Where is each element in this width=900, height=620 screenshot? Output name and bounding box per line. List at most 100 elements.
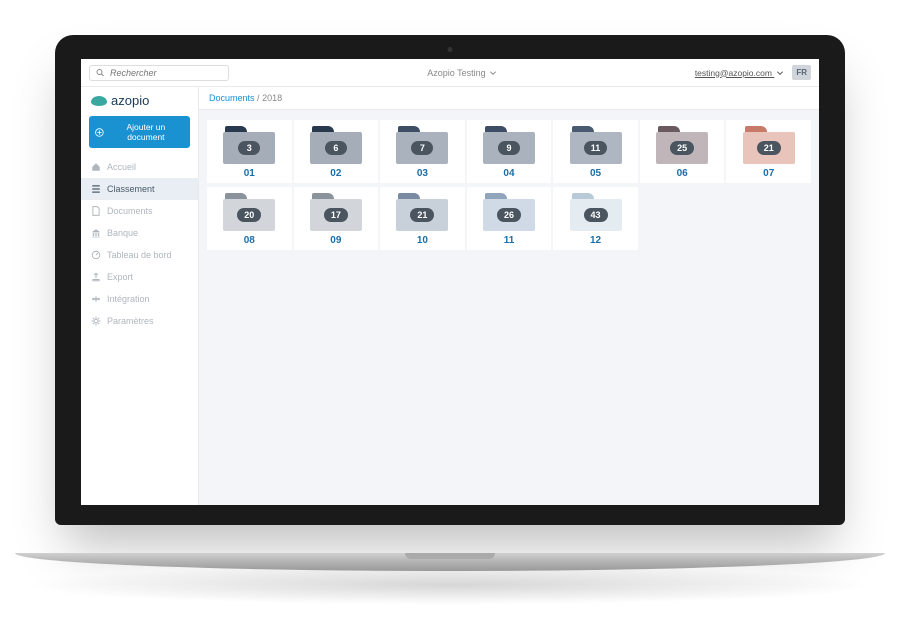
- folder-count: 6: [325, 141, 347, 155]
- folder-count: 21: [757, 141, 781, 155]
- screen-bezel: Azopio Testing testing@azopio.com FR azo…: [55, 35, 845, 525]
- tenant-selector[interactable]: Azopio Testing: [237, 68, 687, 78]
- list-icon: [91, 184, 101, 194]
- folder-label: 07: [763, 168, 774, 179]
- integration-icon: [91, 294, 101, 304]
- folder-card[interactable]: 25 06: [640, 120, 725, 183]
- chevron-down-icon: [776, 69, 784, 77]
- folder-label: 01: [244, 168, 255, 179]
- folder-count: 21: [410, 208, 434, 222]
- sidebar-item-label: Accueil: [107, 162, 136, 172]
- folder-count: 25: [670, 141, 694, 155]
- bank-icon: [91, 228, 101, 238]
- app-screen: Azopio Testing testing@azopio.com FR azo…: [81, 59, 819, 505]
- sidebar-item-file[interactable]: Documents: [81, 200, 198, 222]
- folder-count: 9: [498, 141, 520, 155]
- add-document-button[interactable]: Ajouter un document: [89, 116, 190, 148]
- sidebar-item-home[interactable]: Accueil: [81, 156, 198, 178]
- breadcrumb-current: 2018: [262, 93, 282, 103]
- search-field[interactable]: [89, 65, 229, 81]
- folder-card[interactable]: 3 01: [207, 120, 292, 183]
- brand-logo[interactable]: azopio: [81, 87, 198, 116]
- topbar: Azopio Testing testing@azopio.com FR: [81, 59, 819, 87]
- folder-icon: 7: [396, 126, 448, 164]
- folder-count: 7: [411, 141, 433, 155]
- sidebar-item-integration[interactable]: Intégration: [81, 288, 198, 310]
- folder-count: 3: [238, 141, 260, 155]
- folder-card[interactable]: 11 05: [553, 120, 638, 183]
- home-icon: [91, 162, 101, 172]
- language-badge[interactable]: FR: [792, 65, 811, 80]
- folder-icon: 17: [310, 193, 362, 231]
- plus-circle-icon: [95, 128, 104, 137]
- sidebar-item-label: Banque: [107, 228, 138, 238]
- folder-label: 09: [330, 235, 341, 246]
- sidebar: azopio Ajouter un document Accueil Classe…: [81, 87, 199, 505]
- folder-label: 02: [330, 168, 341, 179]
- sidebar-item-gauge[interactable]: Tableau de bord: [81, 244, 198, 266]
- folder-icon: 43: [570, 193, 622, 231]
- folder-label: 11: [504, 235, 515, 246]
- folder-card[interactable]: 26 11: [467, 187, 552, 250]
- folder-label: 12: [590, 235, 601, 246]
- user-email-link[interactable]: testing@azopio.com: [695, 68, 785, 78]
- folder-count: 20: [237, 208, 261, 222]
- folder-count: 26: [497, 208, 521, 222]
- sidebar-item-list[interactable]: Classement: [81, 178, 198, 200]
- gauge-icon: [91, 250, 101, 260]
- main-content: Documents / 2018 3 01 6 02 7: [199, 87, 819, 505]
- folder-label: 06: [677, 168, 688, 179]
- add-document-label: Ajouter un document: [108, 122, 184, 142]
- camera-icon: [448, 47, 453, 52]
- folder-label: 10: [417, 235, 428, 246]
- gear-icon: [91, 316, 101, 326]
- sidebar-item-label: Documents: [107, 206, 153, 216]
- folder-label: 03: [417, 168, 428, 179]
- logo-mark-icon: [91, 96, 107, 106]
- folder-count: 11: [584, 141, 608, 155]
- laptop-notch: [405, 553, 495, 559]
- search-icon: [96, 68, 104, 77]
- folder-label: 05: [590, 168, 601, 179]
- folder-icon: 20: [223, 193, 275, 231]
- breadcrumb-sep: /: [257, 93, 260, 103]
- folder-count: 17: [324, 208, 348, 222]
- folder-count: 43: [584, 208, 608, 222]
- tenant-name: Azopio Testing: [427, 68, 485, 78]
- folder-label: 04: [503, 168, 514, 179]
- folder-card[interactable]: 21 07: [726, 120, 811, 183]
- folder-card[interactable]: 21 10: [380, 187, 465, 250]
- folder-icon: 21: [396, 193, 448, 231]
- sidebar-item-bank[interactable]: Banque: [81, 222, 198, 244]
- folder-card[interactable]: 6 02: [294, 120, 379, 183]
- folder-icon: 3: [223, 126, 275, 164]
- folder-icon: 25: [656, 126, 708, 164]
- search-input[interactable]: [110, 68, 222, 78]
- folder-card[interactable]: 17 09: [294, 187, 379, 250]
- sidebar-item-label: Intégration: [107, 294, 150, 304]
- chevron-down-icon: [489, 69, 497, 77]
- sidebar-item-label: Tableau de bord: [107, 250, 172, 260]
- export-icon: [91, 272, 101, 282]
- breadcrumb-root[interactable]: Documents: [209, 93, 255, 103]
- folder-icon: 26: [483, 193, 535, 231]
- folder-icon: 9: [483, 126, 535, 164]
- folder-card[interactable]: 9 04: [467, 120, 552, 183]
- sidebar-item-gear[interactable]: Paramètres: [81, 310, 198, 332]
- file-icon: [91, 206, 101, 216]
- folder-icon: 6: [310, 126, 362, 164]
- folder-label: 08: [244, 235, 255, 246]
- breadcrumb: Documents / 2018: [199, 87, 819, 110]
- sidebar-item-export[interactable]: Export: [81, 266, 198, 288]
- folder-grid: 3 01 6 02 7 03 9 04 11: [199, 110, 819, 260]
- folder-icon: 11: [570, 126, 622, 164]
- sidebar-item-label: Classement: [107, 184, 155, 194]
- brand-name: azopio: [111, 93, 149, 108]
- folder-card[interactable]: 43 12: [553, 187, 638, 250]
- folder-card[interactable]: 7 03: [380, 120, 465, 183]
- folder-icon: 21: [743, 126, 795, 164]
- sidebar-item-label: Paramètres: [107, 316, 154, 326]
- folder-card[interactable]: 20 08: [207, 187, 292, 250]
- sidebar-item-label: Export: [107, 272, 133, 282]
- user-email: testing@azopio.com: [695, 68, 772, 78]
